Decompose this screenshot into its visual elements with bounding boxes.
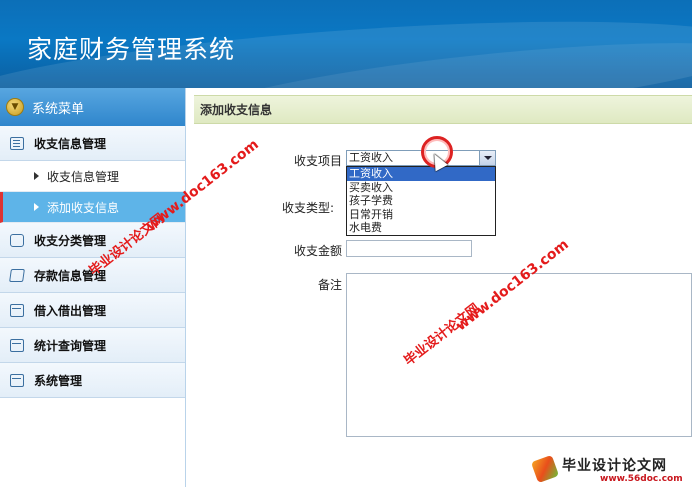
dropdown-option[interactable]: 工资收入 — [347, 167, 495, 181]
dropdown-option[interactable]: 日常开销 — [347, 208, 495, 222]
menu-group-label: 系统管理 — [34, 373, 83, 388]
menu-group-label: 收支分类管理 — [34, 233, 107, 248]
chevron-down-icon: ▼ — [6, 98, 24, 116]
remark-label: 备注 — [317, 278, 342, 292]
logo-icon — [530, 454, 560, 484]
app-header: 家庭财务管理系统 — [0, 0, 692, 88]
logo-text: 毕业设计论文网 — [562, 458, 667, 474]
dropdown-option[interactable]: 买卖收入 — [347, 181, 495, 195]
logo-url: www.56doc.com — [600, 474, 683, 484]
dropdown-option[interactable]: 水电费 — [347, 221, 495, 235]
edit-icon — [9, 268, 25, 282]
sidebar-item-income-expense-manage[interactable]: 收支信息管理 — [0, 161, 185, 192]
sidebar-header[interactable]: ▼ 系统菜单 — [0, 88, 185, 126]
app-title: 家庭财务管理系统 — [27, 35, 236, 64]
dropdown-option[interactable]: 孩子学费 — [347, 194, 495, 208]
menu-group-label: 统计查询管理 — [34, 338, 107, 353]
dropdown-arrow-icon[interactable] — [479, 151, 495, 165]
amount-input[interactable] — [346, 240, 472, 257]
calendar-icon — [10, 338, 24, 352]
sidebar-item-label: 收支信息管理 — [47, 169, 120, 184]
calendar-icon — [10, 373, 24, 387]
item-dropdown-list: 工资收入 买卖收入 孩子学费 日常开销 水电费 — [346, 166, 496, 236]
menu-group-statistics[interactable]: 统计查询管理 — [0, 328, 185, 363]
menu-group-system[interactable]: 系统管理 — [0, 363, 185, 398]
site-logo: 毕业设计论文网 www.56doc.com — [530, 452, 692, 487]
menu-group-label: 借入借出管理 — [34, 303, 107, 318]
sidebar-item-label: 添加收支信息 — [47, 200, 120, 215]
menu-group-income-expense[interactable]: 收支信息管理 — [0, 126, 185, 161]
type-label: 收支类型: — [281, 201, 334, 215]
caret-right-icon — [34, 203, 39, 211]
section-title: 添加收支信息 — [194, 95, 692, 124]
caret-right-icon — [34, 172, 39, 180]
amount-label: 收支金额 — [293, 244, 342, 258]
item-label: 收支项目 — [293, 154, 342, 168]
menu-group-borrow-lend[interactable]: 借入借出管理 — [0, 293, 185, 328]
menu-group-label: 收支信息管理 — [34, 136, 107, 151]
item-select-value: 工资收入 — [349, 151, 393, 164]
sidebar: ▼ 系统菜单 收支信息管理 收支信息管理 添加收支信息 收支分类管理 存款信息管… — [0, 88, 186, 487]
sidebar-title: 系统菜单 — [32, 101, 85, 117]
remark-textarea[interactable] — [346, 273, 692, 437]
calendar-icon — [10, 303, 24, 317]
chat-icon — [10, 233, 24, 247]
list-icon — [10, 136, 24, 150]
